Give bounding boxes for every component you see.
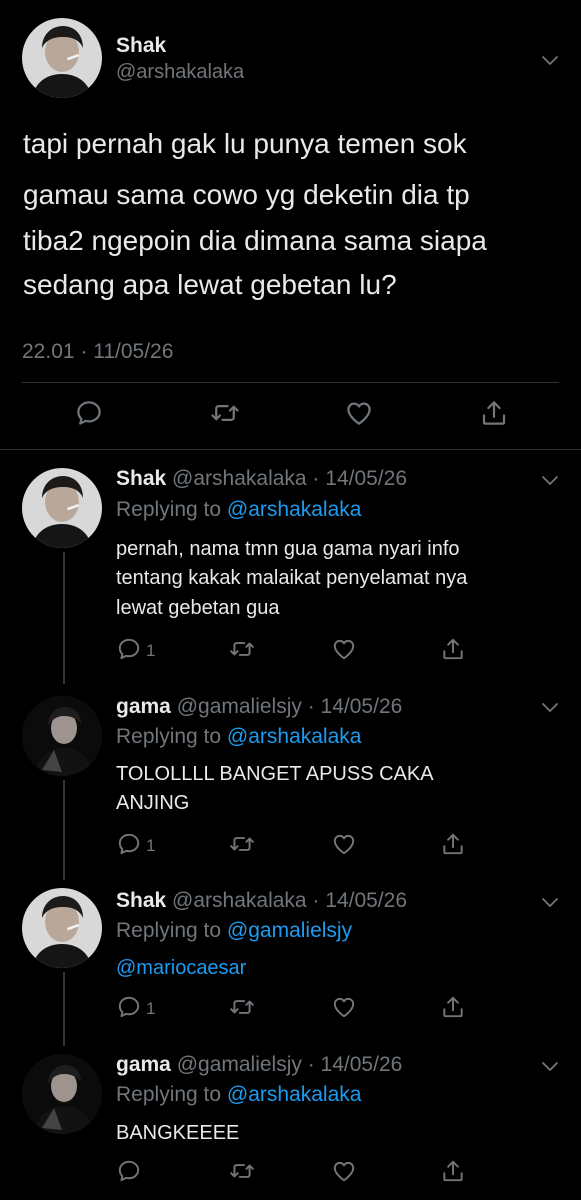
like-icon[interactable] <box>331 994 357 1020</box>
chevron-down-icon[interactable] <box>540 473 560 487</box>
retweet-icon[interactable] <box>229 636 255 662</box>
like-icon[interactable] <box>331 1158 357 1184</box>
thread-line <box>63 552 65 684</box>
reply-text-line: tentang kakak malaikat penyelamat nya <box>116 567 468 589</box>
chevron-down-icon[interactable] <box>540 895 560 909</box>
retweet-icon[interactable] <box>229 1158 255 1184</box>
replying-to-link[interactable]: @arshakalaka <box>227 498 362 521</box>
like-icon[interactable] <box>331 831 357 857</box>
tweet-text-line: tiba2 ngepoin dia dimana sama siapa <box>23 225 487 256</box>
reply-header: Shak @arshakalaka · 14/05/26 <box>116 889 407 913</box>
mention-link[interactable]: @mariocaesar <box>116 957 246 980</box>
replying-to-label: Replying to <box>116 919 222 942</box>
author-name[interactable]: gama <box>116 695 171 718</box>
replying-to-label: Replying to <box>116 1083 222 1106</box>
avatar-image <box>22 888 102 968</box>
avatar[interactable] <box>22 18 102 98</box>
share-icon[interactable] <box>440 1158 466 1184</box>
thread-line <box>63 780 65 880</box>
like-icon[interactable] <box>331 636 357 662</box>
reply-header: Shak @arshakalaka · 14/05/26 <box>116 467 407 491</box>
replying-to: Replying to @gamalielsjy <box>116 919 352 943</box>
chevron-down-icon[interactable] <box>540 1059 560 1073</box>
reply-text-line: ANJING <box>116 792 190 814</box>
author-meta[interactable]: @arshakalaka · 14/05/26 <box>172 467 407 490</box>
author-name[interactable]: Shak <box>116 889 166 912</box>
retweet-icon[interactable] <box>229 831 255 857</box>
replying-to: Replying to @arshakalaka <box>116 1083 361 1107</box>
author-handle[interactable]: @arshakalaka <box>116 61 244 84</box>
reply-text-line: lewat gebetan gua <box>116 597 280 619</box>
author-meta[interactable]: @gamalielsjy · 14/05/26 <box>177 695 403 718</box>
replying-to-link[interactable]: @gamalielsjy <box>227 919 352 942</box>
avatar-image <box>22 18 102 98</box>
reply-icon[interactable] <box>116 994 142 1020</box>
retweet-icon[interactable] <box>210 398 240 428</box>
avatar[interactable] <box>22 468 102 548</box>
reply-icon[interactable] <box>74 398 104 428</box>
reply-icon[interactable] <box>116 636 142 662</box>
reply-header: gama @gamalielsjy · 14/05/26 <box>116 1053 402 1077</box>
reply-text-line: TOLOLLLL BANGET APUSS CAKA <box>116 763 434 785</box>
replying-to-link[interactable]: @arshakalaka <box>227 1083 362 1106</box>
replying-to: Replying to @arshakalaka <box>116 725 361 749</box>
replying-to-link[interactable]: @arshakalaka <box>227 725 362 748</box>
like-icon[interactable] <box>344 398 374 428</box>
author-name[interactable]: gama <box>116 1053 171 1076</box>
share-icon[interactable] <box>440 994 466 1020</box>
avatar[interactable] <box>22 1054 102 1134</box>
reply-count: 1 <box>146 836 156 855</box>
tweet-text-line: tapi pernah gak lu punya temen sok <box>23 128 467 159</box>
share-icon[interactable] <box>440 831 466 857</box>
tweet-text-line: sedang apa lewat gebetan lu? <box>23 269 397 300</box>
avatar-image <box>22 1054 102 1134</box>
author-name[interactable]: Shak <box>116 467 166 490</box>
reply-text-line: BANGKEEEE <box>116 1122 240 1144</box>
share-icon[interactable] <box>440 636 466 662</box>
author-name[interactable]: Shak <box>116 34 166 58</box>
avatar-image <box>22 468 102 548</box>
share-icon[interactable] <box>479 398 509 428</box>
avatar[interactable] <box>22 888 102 968</box>
reply-text-line: pernah, nama tmn gua gama nyari info <box>116 538 460 560</box>
divider <box>22 382 559 383</box>
thread-line <box>63 972 65 1046</box>
replying-to-label: Replying to <box>116 725 222 748</box>
reply-count: 1 <box>146 999 156 1018</box>
author-meta[interactable]: @arshakalaka · 14/05/26 <box>172 889 407 912</box>
reply-icon[interactable] <box>116 831 142 857</box>
divider <box>0 449 581 450</box>
avatar-image <box>22 696 102 776</box>
retweet-icon[interactable] <box>229 994 255 1020</box>
avatar[interactable] <box>22 696 102 776</box>
reply-icon[interactable] <box>116 1158 142 1184</box>
reply-header: gama @gamalielsjy · 14/05/26 <box>116 695 402 719</box>
chevron-down-icon[interactable] <box>540 700 560 714</box>
author-meta[interactable]: @gamalielsjy · 14/05/26 <box>177 1053 403 1076</box>
reply-count: 1 <box>146 641 156 660</box>
timestamp[interactable]: 22.01 · 11/05/26 <box>22 340 173 364</box>
replying-to: Replying to @arshakalaka <box>116 498 361 522</box>
chevron-down-icon[interactable] <box>540 53 560 67</box>
replying-to-label: Replying to <box>116 498 222 521</box>
tweet-text-line: gamau sama cowo yg deketin dia tp <box>23 179 470 210</box>
